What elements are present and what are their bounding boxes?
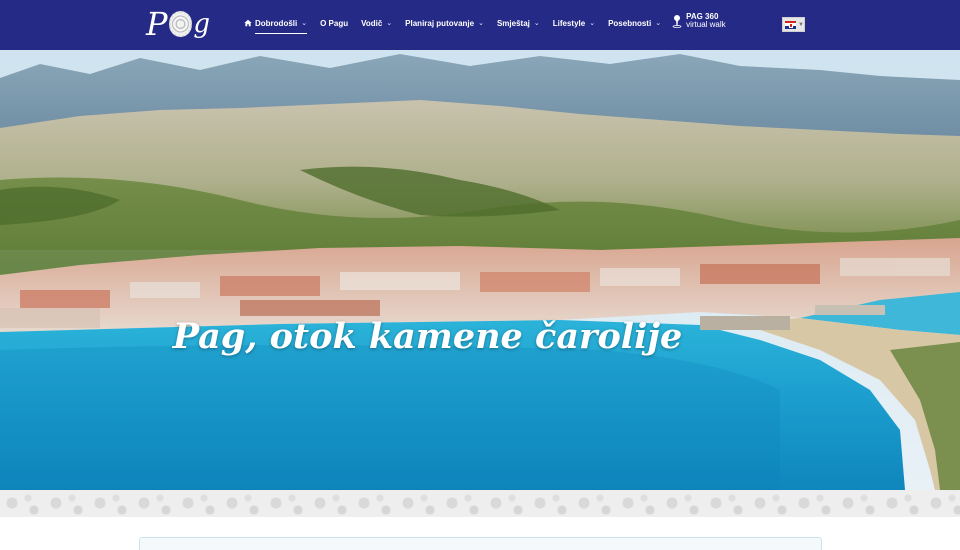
nav-label: Planiraj putovanje <box>405 18 475 28</box>
croatian-flag-icon <box>785 20 797 29</box>
map-pin-icon <box>672 15 682 29</box>
lace-pattern-divider <box>0 490 960 517</box>
nav-item-posebnosti[interactable]: Posebnosti ⌄ <box>608 13 661 33</box>
site-logo[interactable]: P g <box>146 4 210 44</box>
nav-label: Vodič <box>361 18 383 28</box>
home-icon <box>244 19 252 27</box>
chevron-down-icon: ⌄ <box>589 20 596 27</box>
nav-item-lifestyle[interactable]: Lifestyle ⌄ <box>553 13 595 33</box>
content-panel <box>139 537 822 550</box>
nav-label: Smještaj <box>496 18 530 28</box>
chevron-down-icon: ⌄ <box>386 20 393 27</box>
nav-item-vodic[interactable]: Vodič ⌄ <box>361 13 392 33</box>
pag360-subtitle: virtual walk <box>686 20 726 30</box>
nav-item-pag360[interactable]: PAG 360 virtual walk <box>672 12 726 30</box>
chevron-down-icon: ▼ <box>798 21 804 28</box>
nav-item-o-pagu[interactable]: O Pagu <box>320 13 348 33</box>
nav-item-dobrodosli[interactable]: Dobrodošli ⌄ <box>244 13 308 34</box>
nav-item-planiraj-putovanje[interactable]: Planiraj putovanje ⌄ <box>405 13 484 33</box>
logo-letter-p: P <box>146 5 168 43</box>
hero-title: Pag, otok kamene čarolije <box>172 316 683 357</box>
logo-lace-icon <box>168 11 193 37</box>
chevron-down-icon: ⌄ <box>301 20 308 27</box>
hero-landscape-image <box>0 50 960 490</box>
hero-banner: Pag, otok kamene čarolije <box>0 50 960 490</box>
nav-label: Posebnosti <box>608 18 652 28</box>
nav-label: O Pagu <box>320 18 349 28</box>
logo-letter-g: g <box>193 9 210 39</box>
top-header: P g Dobrodošli ⌄ O Pagu Vodič ⌄ Planiraj… <box>0 0 960 50</box>
nav-label: Dobrodošli <box>255 18 298 28</box>
nav-label: Lifestyle <box>552 18 586 28</box>
chevron-down-icon: ⌄ <box>478 20 484 27</box>
language-selector[interactable]: ▼ <box>782 17 805 32</box>
chevron-down-icon: ⌄ <box>655 20 662 27</box>
main-nav: Dobrodošli ⌄ O Pagu Vodič ⌄ Planiraj put… <box>244 12 726 37</box>
nav-item-smjestaj[interactable]: Smještaj ⌄ <box>497 13 540 33</box>
chevron-down-icon: ⌄ <box>533 20 540 27</box>
